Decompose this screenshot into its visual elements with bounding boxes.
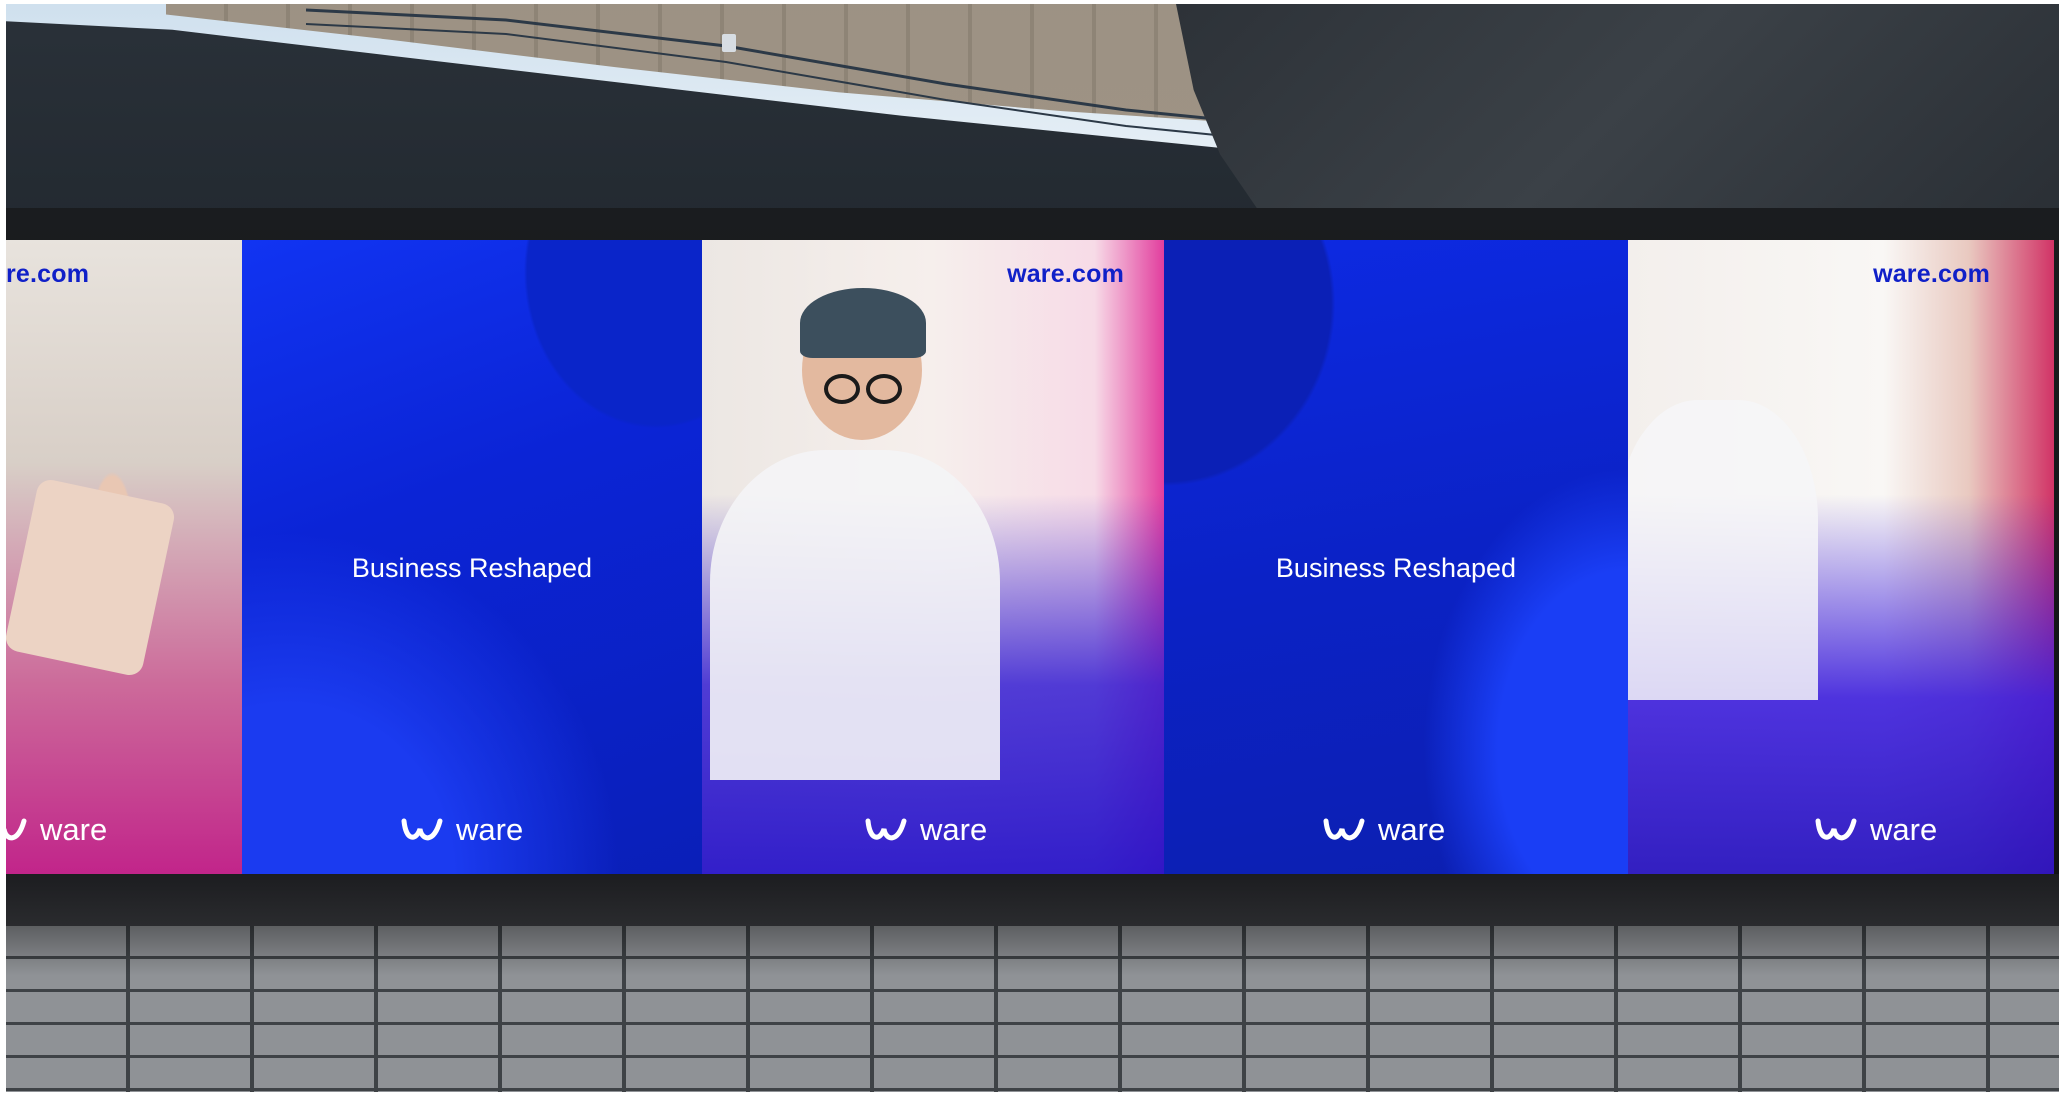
overpass-structure — [1176, 4, 2059, 219]
poster-headline: Business Reshaped — [1275, 553, 1517, 583]
poster-photo-man: ware.com ware — [702, 240, 1164, 876]
poster-blue-1: Business Reshaped ware — [242, 240, 702, 876]
poster-photo-laptop: ware.com ware — [1628, 240, 2054, 876]
ware-logo: ware — [6, 812, 107, 848]
ware-logo-icon — [6, 818, 27, 841]
ware-logo-icon — [865, 818, 907, 841]
logo-wordmark: ware — [456, 812, 524, 847]
bridge-railing — [306, 8, 1266, 141]
billboard-scene: re.com ware Business Reshaped ware ware.… — [6, 4, 2059, 1092]
ware-logo: ware — [864, 812, 987, 848]
ware-logo-icon — [1815, 818, 1857, 841]
billboard-base — [6, 874, 2059, 926]
poster-url: ware.com — [1873, 260, 1990, 288]
person-glasses — [824, 374, 860, 404]
street-lamp — [722, 34, 736, 52]
person-beanie — [800, 288, 926, 358]
ware-logo: ware — [1322, 812, 1445, 848]
ware-logo-icon — [401, 818, 443, 841]
smartphone-image — [6, 477, 177, 678]
person-shirt — [1628, 400, 1818, 700]
logo-wordmark: ware — [1378, 812, 1446, 847]
poster-photo-phone: re.com ware — [6, 240, 242, 876]
person-glasses — [866, 374, 902, 404]
logo-wordmark: ware — [40, 812, 108, 847]
paved-ground — [6, 926, 2059, 1092]
poster-url: ware.com — [1007, 260, 1124, 288]
person-shirt — [710, 450, 1000, 780]
poster-headline: Business Reshaped — [351, 553, 593, 583]
billboard-panels: re.com ware Business Reshaped ware ware.… — [6, 240, 2059, 876]
ware-logo-icon — [1323, 818, 1365, 841]
logo-wordmark: ware — [920, 812, 988, 847]
poster-url: re.com — [6, 260, 90, 288]
poster-blue-2: Business Reshaped ware — [1164, 240, 1628, 876]
ware-logo: ware — [1814, 812, 1937, 848]
ware-logo: ware — [400, 812, 523, 848]
logo-wordmark: ware — [1870, 812, 1938, 847]
